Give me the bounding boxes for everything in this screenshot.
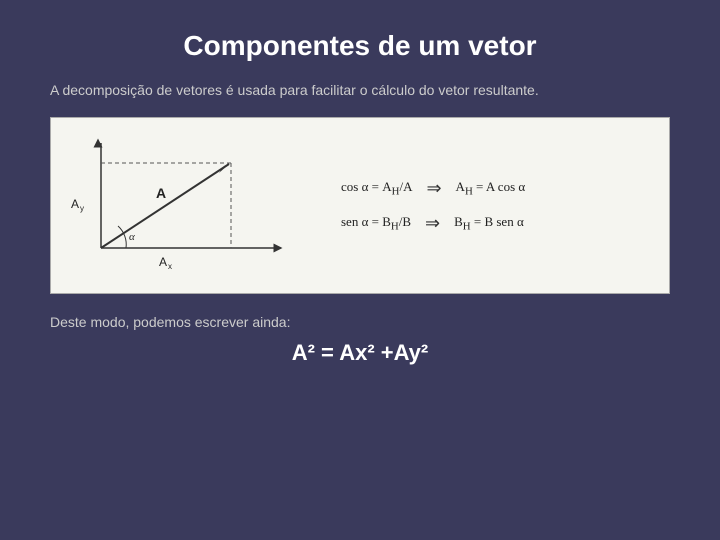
formula2-right: BH = B sen α: [454, 214, 524, 233]
formula1-right: AH = A cos α: [456, 179, 526, 198]
formulas-section: cos α = AH/A ⇒ AH = A cos α sen α = BH/B…: [321, 178, 659, 234]
svg-text:α: α: [129, 231, 135, 243]
bottom-text: Deste modo, podemos escrever ainda:: [50, 314, 670, 330]
slide-title: Componentes de um vetor: [183, 30, 536, 62]
slide-description: A decomposição de vetores é usada para f…: [50, 80, 670, 101]
svg-text:y: y: [80, 204, 84, 213]
slide: Componentes de um vetor A decomposição d…: [0, 0, 720, 540]
math-result: A² = Ax² +Ay²: [50, 340, 670, 366]
svg-text:A: A: [156, 185, 166, 201]
formula2-arrow: ⇒: [425, 213, 440, 234]
formula2-left: sen α = BH/B: [341, 214, 411, 233]
formula1-left: cos α = AH/A: [341, 179, 412, 198]
svg-text:A: A: [159, 255, 167, 269]
formula-row-2: sen α = BH/B ⇒ BH = B sen α: [341, 213, 659, 234]
formula-row-1: cos α = AH/A ⇒ AH = A cos α: [341, 178, 659, 199]
vector-diagram: A A y A x α: [61, 128, 321, 283]
content-box: A A y A x α: [50, 117, 670, 294]
svg-text:A: A: [71, 197, 79, 211]
formula1-arrow: ⇒: [426, 178, 441, 199]
svg-text:x: x: [168, 262, 172, 271]
